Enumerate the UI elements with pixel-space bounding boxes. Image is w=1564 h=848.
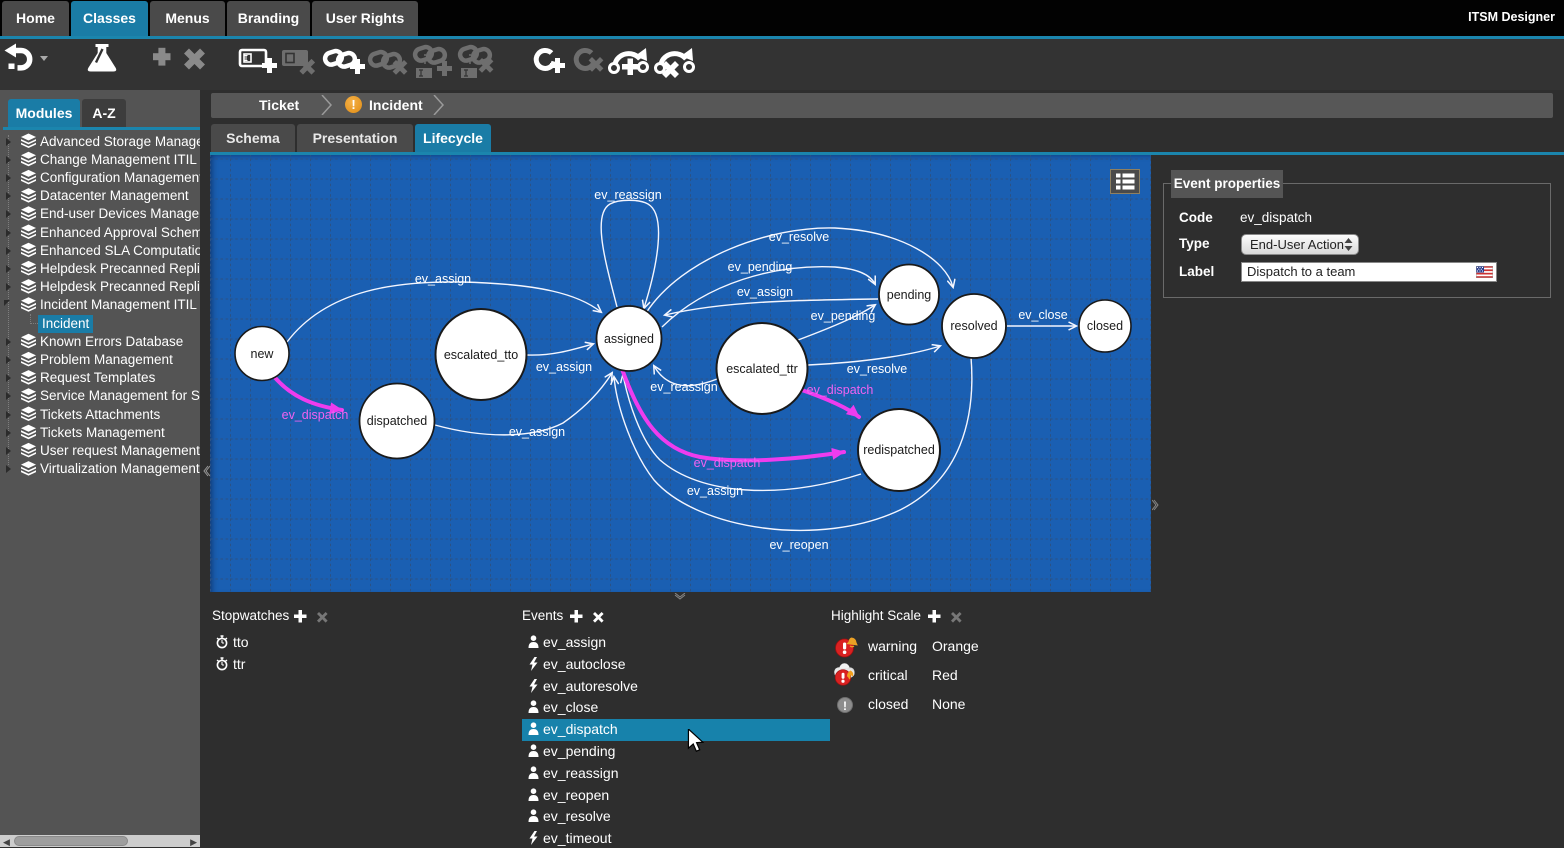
svg-text:pending: pending — [887, 288, 932, 302]
svg-text:ev_pending: ev_pending — [728, 260, 793, 274]
svg-text:ev_assign: ev_assign — [509, 425, 565, 439]
svg-text:ev_assign: ev_assign — [536, 360, 592, 374]
svg-text:resolved: resolved — [950, 319, 997, 333]
svg-text:ev_resolve: ev_resolve — [847, 362, 907, 376]
svg-text:ev_reassign: ev_reassign — [594, 188, 661, 202]
svg-text:redispatched: redispatched — [863, 443, 935, 457]
svg-text:ev_dispatch: ev_dispatch — [282, 408, 349, 422]
svg-text:ev_assign: ev_assign — [737, 285, 793, 299]
svg-text:escalated_tto: escalated_tto — [444, 348, 518, 362]
svg-text:ev_reassign: ev_reassign — [650, 380, 717, 394]
svg-text:new: new — [251, 347, 275, 361]
svg-text:ev_close: ev_close — [1018, 308, 1067, 322]
svg-text:escalated_ttr: escalated_ttr — [726, 362, 798, 376]
svg-text:ev_reopen: ev_reopen — [769, 538, 828, 552]
svg-text:ev_pending: ev_pending — [811, 309, 876, 323]
svg-text:!: ! — [843, 699, 847, 713]
svg-text:ev_dispatch: ev_dispatch — [694, 456, 761, 470]
svg-text:ev_assign: ev_assign — [415, 272, 471, 286]
svg-text:assigned: assigned — [604, 332, 654, 346]
svg-text:dispatched: dispatched — [367, 414, 428, 428]
svg-text:ev_assign: ev_assign — [687, 484, 743, 498]
svg-text:closed: closed — [1087, 319, 1123, 333]
svg-text:ev_dispatch: ev_dispatch — [807, 383, 874, 397]
svg-text:ev_resolve: ev_resolve — [769, 230, 829, 244]
